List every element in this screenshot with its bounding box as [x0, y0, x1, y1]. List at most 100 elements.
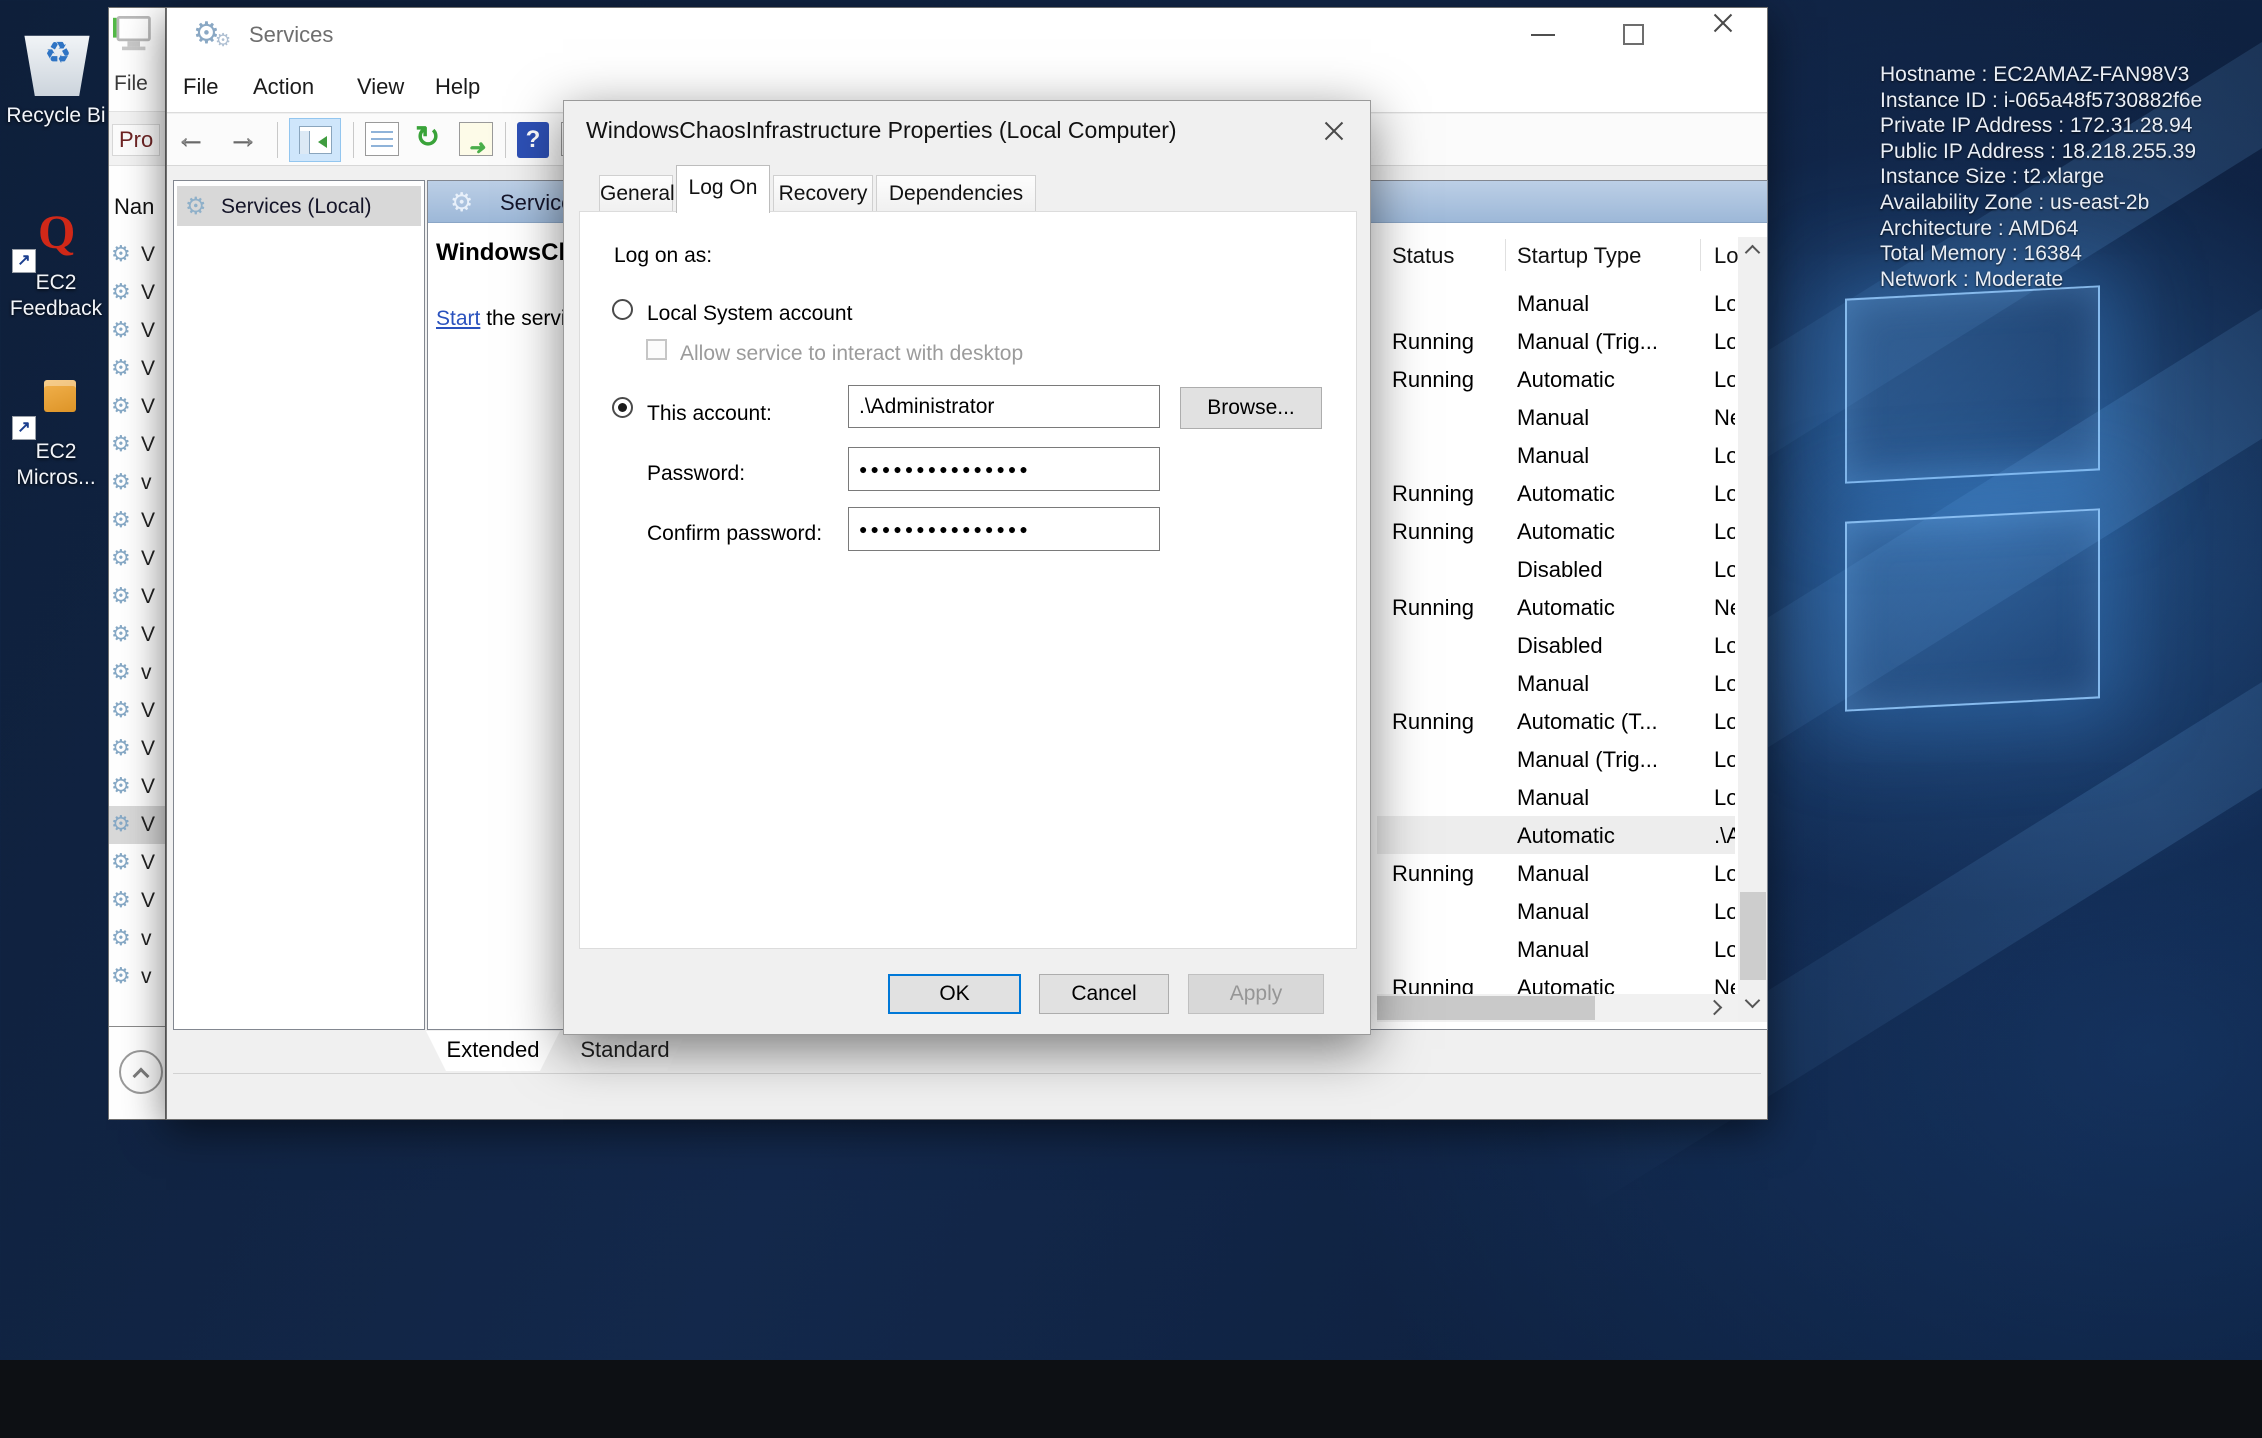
properties-icon[interactable] [365, 122, 399, 156]
background-service-row: ⚙v [109, 654, 166, 692]
wallpaper-window-glow [1845, 508, 2100, 711]
background-service-row: ⚙V [109, 578, 166, 616]
service-row[interactable]: RunningAutomaticLo [1377, 360, 1735, 398]
service-row[interactable]: RunningManual (Trig...Lo [1377, 322, 1735, 360]
desktop-icon-ec2-microsoft[interactable]: ↗ EC2 Micros... [0, 378, 112, 498]
background-service-row: ⚙V [109, 806, 166, 844]
gear-icon: ⚙ [111, 963, 131, 989]
column-startup-type[interactable]: Startup Type [1517, 243, 1641, 269]
tab-dependencies[interactable]: Dependencies [876, 175, 1036, 213]
scroll-right-icon[interactable] [1707, 1000, 1723, 1016]
taskbar: Type here to search ⚙⚙ ✕ 2:09 PM 3/7/202… [0, 1360, 2262, 1438]
service-row[interactable]: RunningManualLo [1377, 854, 1735, 892]
dialog-close-icon[interactable] [1322, 119, 1346, 143]
service-row[interactable]: RunningAutomaticLo [1377, 512, 1735, 550]
gear-icon: ⚙ [185, 192, 207, 221]
service-row[interactable]: Automatic.\A [1377, 816, 1735, 854]
cancel-button[interactable]: Cancel [1039, 974, 1169, 1014]
back-icon[interactable]: ← [175, 118, 207, 155]
maximize-button[interactable] [1601, 8, 1665, 61]
apply-button[interactable]: Apply [1188, 974, 1324, 1014]
export-list-icon[interactable]: ➜ [459, 122, 493, 156]
service-row[interactable]: DisabledLo [1377, 626, 1735, 664]
horizontal-scrollbar[interactable] [1377, 994, 1738, 1022]
service-row[interactable]: RunningAutomatic (T...Lo [1377, 702, 1735, 740]
desktop-icon-label: Micros... [0, 466, 112, 490]
gear-icon: ⚙ [111, 431, 131, 457]
this-account-radio[interactable] [612, 397, 633, 418]
system-info-line: Instance ID : i-065a48f5730882f6e [1880, 88, 2250, 114]
menu-view[interactable]: View [357, 74, 404, 100]
forward-icon[interactable]: → [227, 118, 259, 155]
tab-recovery[interactable]: Recovery [773, 175, 873, 213]
confirm-password-input[interactable]: ●●●●●●●●●●●●●●● [848, 507, 1160, 551]
system-info-line: Public IP Address : 18.218.255.39 [1880, 139, 2250, 165]
background-window-file-menu[interactable]: File [114, 72, 148, 96]
service-row[interactable]: RunningAutomaticNe [1377, 588, 1735, 626]
scroll-down-icon[interactable] [1745, 993, 1761, 1009]
service-row[interactable]: ManualLo [1377, 284, 1735, 322]
show-console-tree-icon[interactable] [289, 118, 341, 162]
services-list-header: Status Startup Type Lo [1377, 237, 1735, 277]
minimize-button[interactable] [1511, 8, 1575, 61]
close-button[interactable] [1691, 8, 1755, 61]
service-row[interactable]: DisabledLo [1377, 550, 1735, 588]
local-system-label[interactable]: Local System account [647, 302, 852, 326]
background-service-row: ⚙V [109, 350, 166, 388]
background-service-row: ⚙V [109, 426, 166, 464]
gear-icon: ⚙ [111, 355, 131, 381]
menu-help[interactable]: Help [435, 74, 480, 100]
tab-general[interactable]: General [599, 175, 673, 213]
local-system-radio[interactable] [612, 299, 633, 320]
service-row[interactable]: ManualLo [1377, 892, 1735, 930]
gear-icon: ⚙ [111, 659, 131, 685]
gear-icon: ⚙ [111, 393, 131, 419]
service-row[interactable]: ManualNe [1377, 398, 1735, 436]
services-window-titlebar[interactable]: ⚙ ⚙ Services [167, 8, 1767, 61]
tab-extended[interactable]: Extended [426, 1031, 560, 1071]
ok-button[interactable]: OK [888, 974, 1021, 1014]
tab-log-on[interactable]: Log On [676, 165, 770, 213]
service-row[interactable]: RunningAutomaticLo [1377, 474, 1735, 512]
desktop-icon-ec2-feedback[interactable]: Q ↗ EC2 Feedback [0, 205, 112, 325]
divider [109, 1026, 166, 1027]
recycle-symbol-icon: ♻ [30, 36, 86, 71]
refresh-icon[interactable]: ↻ [415, 120, 440, 155]
background-window: File Pro Nan ⚙V⚙V⚙V⚙V⚙V⚙V⚙v⚙V⚙V⚙V⚙V⚙v⚙V⚙… [108, 7, 166, 1120]
help-icon[interactable]: ? [517, 122, 549, 158]
gear-icon: ⚙ [111, 583, 131, 609]
background-window-tab[interactable]: Pro [112, 124, 160, 156]
browse-button[interactable]: Browse... [1180, 387, 1322, 429]
service-row[interactable]: ManualLo [1377, 778, 1735, 816]
desktop-icon-recycle-bin[interactable]: ♻ Recycle Bi [0, 10, 112, 130]
scroll-up-icon[interactable] [1745, 245, 1761, 261]
service-row[interactable]: ManualLo [1377, 664, 1735, 702]
scrollbar-thumb[interactable] [1740, 892, 1766, 980]
background-service-row: ⚙v [109, 920, 166, 958]
account-input[interactable]: .\Administrator [848, 385, 1160, 428]
password-input[interactable]: ●●●●●●●●●●●●●●● [848, 447, 1160, 491]
start-service-link[interactable]: Start [436, 307, 480, 330]
service-row[interactable]: ManualLo [1377, 436, 1735, 474]
password-label: Password: [647, 462, 745, 486]
system-info-line: Architecture : AMD64 [1880, 216, 2250, 242]
column-status[interactable]: Status [1392, 243, 1454, 269]
tab-standard[interactable]: Standard [563, 1031, 687, 1071]
scrollbar-thumb[interactable] [1377, 996, 1595, 1020]
menu-file[interactable]: File [183, 74, 218, 100]
allow-desktop-checkbox[interactable] [646, 339, 667, 360]
tree-item-services-local[interactable]: ⚙ Services (Local) [177, 186, 421, 226]
background-service-row: ⚙V [109, 540, 166, 578]
system-info: Hostname : EC2AMAZ-FAN98V3Instance ID : … [1880, 62, 2250, 292]
log-on-as-label: Log on as: [614, 244, 712, 268]
system-info-line: Private IP Address : 172.31.28.94 [1880, 113, 2250, 139]
vertical-scrollbar[interactable] [1738, 237, 1768, 1022]
service-row[interactable]: RunningAutomaticNe [1377, 968, 1735, 994]
service-row[interactable]: Manual (Trig...Lo [1377, 740, 1735, 778]
this-account-label[interactable]: This account: [647, 402, 772, 426]
menu-action[interactable]: Action [253, 74, 314, 100]
column-logon[interactable]: Lo [1714, 243, 1738, 269]
scroll-up-circle-icon[interactable] [119, 1050, 163, 1094]
services-list-rows: ManualLoRunningManual (Trig...LoRunningA… [1377, 284, 1735, 994]
service-row[interactable]: ManualLo [1377, 930, 1735, 968]
